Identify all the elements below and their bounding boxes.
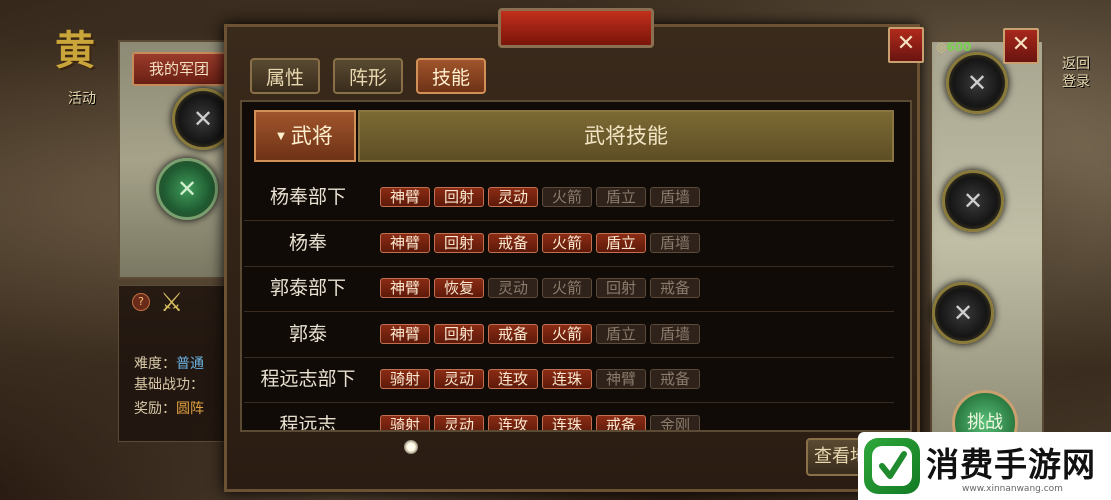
table-row[interactable]: 郭泰 神臂 回射 戒备 火箭 盾立 盾墙: [244, 312, 894, 358]
general-name: 程远志部下: [260, 368, 356, 390]
skill-tag-active[interactable]: 连攻: [488, 369, 538, 389]
skill-tag-inactive[interactable]: 盾立: [596, 323, 646, 344]
watermark-url: www.xinnanwang.com: [962, 484, 1063, 494]
left-title-glyph: 黄: [55, 27, 95, 74]
tab-formation[interactable]: 阵形: [333, 58, 404, 94]
difficulty-line: 难度：普通: [134, 353, 204, 373]
tab-attributes[interactable]: 属性: [250, 58, 321, 94]
skill-tag-inactive[interactable]: 神臂: [596, 369, 646, 389]
general-name: 郭泰部下: [269, 277, 346, 299]
table-row[interactable]: 杨奉 神臂 回射 戒备 火箭 盾立 盾墙: [244, 221, 894, 267]
skill-tag-list: 神臂 回射 灵动 火箭 盾立 盾墙: [380, 187, 700, 207]
help-icon[interactable]: ?: [132, 293, 150, 311]
skill-tag-active[interactable]: 火箭: [542, 232, 592, 253]
difficulty-value: 普通: [176, 356, 204, 372]
skill-tag-active[interactable]: 戒备: [488, 232, 538, 253]
skill-tag-inactive[interactable]: 盾立: [596, 187, 646, 207]
skill-tag-active[interactable]: 戒备: [488, 323, 538, 344]
power-label: 基础战功：: [134, 377, 204, 393]
general-name: 杨奉: [288, 231, 327, 254]
skill-tag-active[interactable]: 灵动: [434, 369, 484, 389]
skill-tag-active[interactable]: 恢复: [434, 278, 484, 298]
caret-down-icon: ▼: [277, 131, 285, 142]
skill-tag-list: 神臂 回射 戒备 火箭 盾立 盾墙: [380, 323, 700, 344]
general-header-label: 武将: [290, 124, 333, 148]
difficulty-label: 难度：: [134, 356, 176, 372]
skill-tag-active[interactable]: 神臂: [380, 278, 430, 298]
watermark-logo: [864, 438, 920, 494]
watermark-title: 消费手游网: [926, 445, 1096, 484]
skill-tag-active[interactable]: 骑射: [380, 369, 430, 389]
general-name: 杨奉部下: [269, 186, 346, 208]
reward-value: 圆阵: [176, 401, 204, 417]
skill-tag-active[interactable]: 连攻: [488, 414, 538, 430]
back-login-button[interactable]: 返回登录: [1062, 55, 1092, 91]
skill-tag-inactive[interactable]: 戒备: [650, 369, 700, 389]
skill-tag-inactive[interactable]: 盾墙: [650, 323, 700, 344]
crossed-swords-icon: ⚔: [160, 288, 184, 318]
skill-tag-inactive[interactable]: 戒备: [650, 278, 700, 298]
check-mark-icon: [872, 446, 912, 486]
skill-tag-active[interactable]: 回射: [434, 187, 484, 207]
skill-tag-list: 神臂 恢复 灵动 火箭 回射 戒备: [380, 278, 700, 298]
skill-column-header: 武将技能: [358, 110, 894, 162]
table-row[interactable]: 程远志部下 骑射 灵动 连攻 连珠 神臂 戒备: [244, 357, 894, 403]
skill-tag-active[interactable]: 回射: [434, 232, 484, 253]
coin-value: 600: [946, 40, 972, 54]
my-army-button[interactable]: 我的军团: [132, 52, 226, 86]
reward-label: 奖励：: [134, 401, 176, 417]
skill-tag-inactive[interactable]: 火箭: [542, 278, 592, 298]
skill-tag-list: 骑射 灵动 连攻 连珠 戒备 金刚: [380, 414, 700, 430]
map-node-swords-icon[interactable]: ✕: [942, 170, 1004, 232]
skill-tag-inactive[interactable]: 灵动: [488, 278, 538, 298]
activity-label[interactable]: 活动: [68, 88, 96, 108]
power-line: 基础战功：: [134, 374, 204, 394]
table-row[interactable]: 程远志 骑射 灵动 连攻 连珠 戒备 金刚: [244, 403, 894, 431]
skill-tag-list: 神臂 回射 戒备 火箭 盾立 盾墙: [380, 232, 700, 253]
skill-tag-active[interactable]: 回射: [434, 323, 484, 344]
skill-tag-active[interactable]: 神臂: [380, 323, 430, 344]
dialog-close-icon[interactable]: ✕: [888, 27, 924, 63]
skill-tag-active[interactable]: 骑射: [380, 414, 430, 430]
skill-tag-list: 骑射 灵动 连攻 连珠 神臂 戒备: [380, 369, 700, 389]
coin-counter: ◎600: [936, 40, 972, 54]
skill-tag-active[interactable]: 神臂: [380, 187, 430, 207]
general-column-header[interactable]: ▼ 武将: [254, 110, 356, 162]
skill-tag-inactive[interactable]: 盾墙: [650, 187, 700, 207]
touch-indicator: [404, 440, 418, 454]
skill-tag-active[interactable]: 戒备: [596, 414, 646, 430]
skill-tag-active[interactable]: 火箭: [542, 323, 592, 344]
skill-tag-active[interactable]: 连珠: [542, 414, 592, 430]
skill-tag-inactive[interactable]: 金刚: [650, 414, 700, 430]
skill-tag-active[interactable]: 连珠: [542, 369, 592, 389]
skill-tag-inactive[interactable]: 回射: [596, 278, 646, 298]
map-node-swords-icon[interactable]: ✕: [932, 282, 994, 344]
dialog-top-ornament: [498, 8, 654, 48]
general-name: 程远志: [279, 413, 337, 431]
map-node-swords-icon[interactable]: ✕: [946, 52, 1008, 114]
skill-tag-active[interactable]: 神臂: [380, 232, 430, 253]
map-node-green-swords-icon[interactable]: ✕: [156, 158, 218, 220]
skill-tag-active[interactable]: 灵动: [488, 187, 538, 207]
skill-tag-active[interactable]: 盾立: [596, 232, 646, 253]
skill-tag-inactive[interactable]: 盾墙: [650, 232, 700, 253]
table-row[interactable]: 郭泰部下 神臂 恢复 灵动 火箭 回射 戒备: [244, 266, 894, 312]
close-icon[interactable]: ✕: [1003, 28, 1039, 64]
table-row[interactable]: 杨奉部下 神臂 回射 灵动 火箭 盾立 盾墙: [244, 175, 894, 221]
skill-tag-inactive[interactable]: 火箭: [542, 187, 592, 207]
reward-line: 奖励：圆阵: [134, 398, 204, 418]
skill-tag-active[interactable]: 灵动: [434, 414, 484, 430]
general-name: 郭泰: [288, 322, 327, 345]
tab-skills[interactable]: 技能: [416, 58, 487, 94]
